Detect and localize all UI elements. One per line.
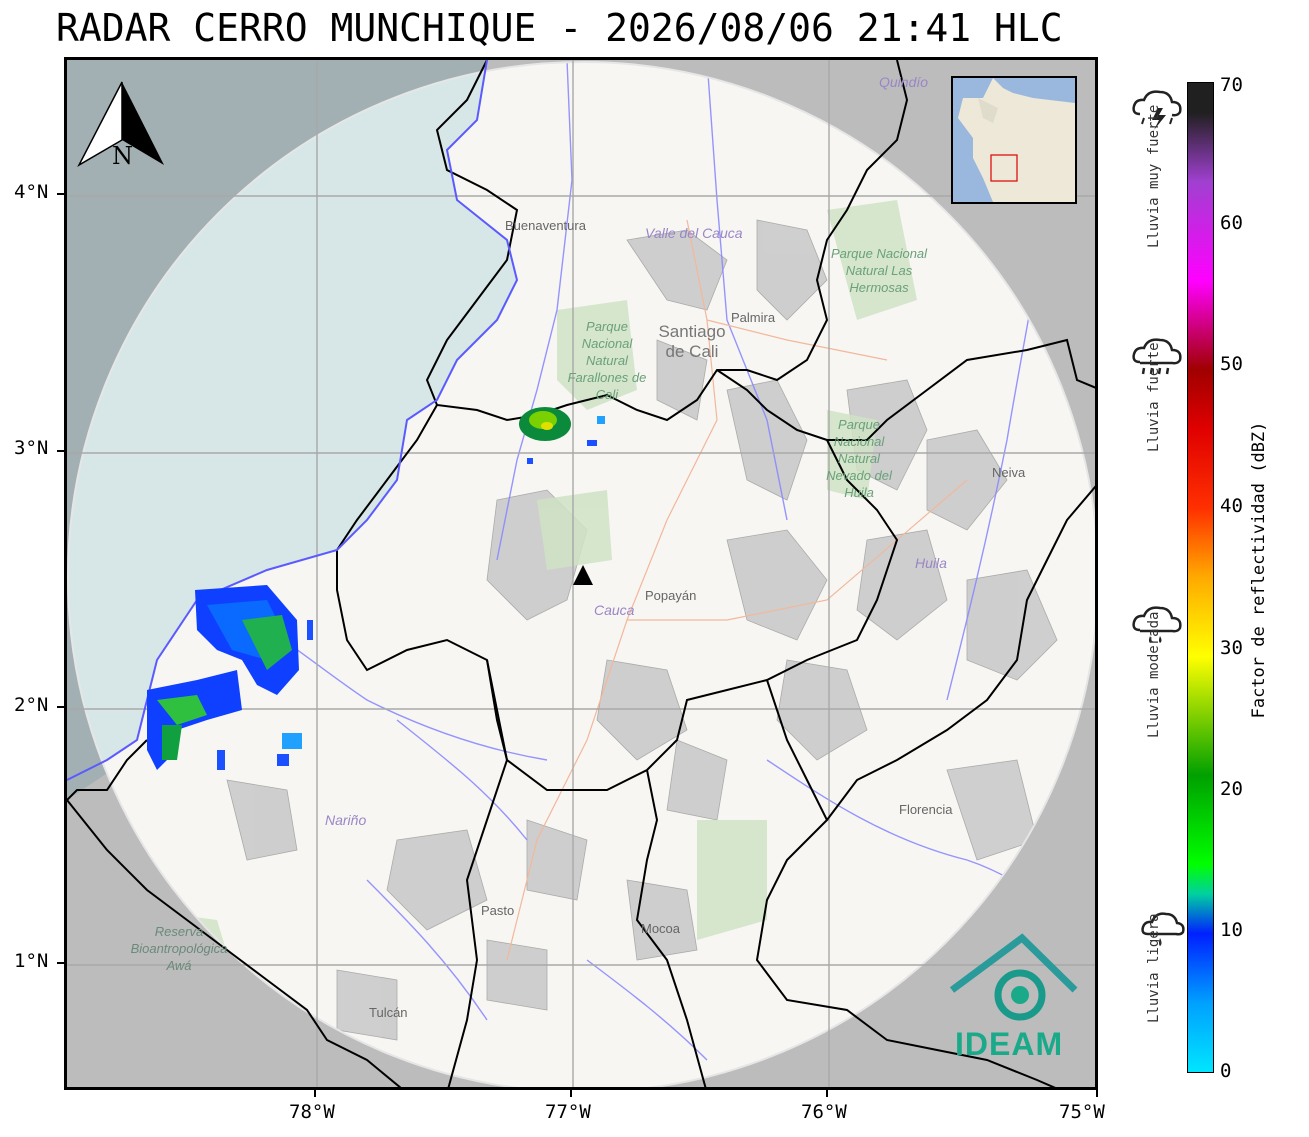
radar-map[interactable]: Buenaventura Valle del Cauca Palmira San… [64, 57, 1098, 1090]
inset-locator-map [951, 76, 1077, 204]
reflectivity-colorbar [1187, 82, 1214, 1073]
label-narino: Nariño [325, 812, 367, 828]
map-title: RADAR CERRO MUNCHIQUE - 2026/08/06 21:41… [56, 6, 1063, 50]
label-neiva: Neiva [992, 465, 1026, 480]
ideam-logo-text: IDEAM [955, 1026, 1064, 1062]
label-buenaventura: Buenaventura [505, 218, 586, 233]
label-huila: Huila [915, 555, 947, 571]
label-popayan: Popayán [645, 588, 697, 603]
lat-label-4n: 4°N [14, 181, 49, 203]
inset-canvas [953, 78, 1075, 202]
label-mocoa: Mocoa [641, 921, 681, 936]
colorbar-tick-0: 0 [1220, 1060, 1232, 1082]
label-farallones: Parque Nacional Natural Farallones de Ca… [567, 319, 647, 402]
label-pasto: Pasto [481, 903, 515, 918]
rain-class-moderate: Lluvia moderada [1146, 611, 1162, 738]
lon-label-77w: 77°W [545, 1101, 591, 1123]
rain-class-heavy: Lluvia fuerte [1146, 342, 1162, 452]
label-hermosas: Parque Nacional Natural Las Hermosas [830, 246, 928, 295]
lat-label-1n: 1°N [14, 950, 49, 972]
colorbar-axis-label-wrap: Factor de reflectividad (dBZ) [1244, 410, 1274, 730]
colorbar-tick-40: 40 [1220, 495, 1243, 517]
label-cauca: Cauca [594, 602, 635, 618]
label-quindio: Quindío [879, 74, 929, 90]
label-cali: Santiago de Cali [658, 322, 726, 361]
rain-class-light: Lluvia ligera [1146, 913, 1162, 1023]
colorbar-tick-60: 60 [1220, 212, 1243, 234]
label-awa: Reserva Bioantropológica Awá [130, 924, 228, 973]
lon-label-76w: 76°W [801, 1101, 847, 1123]
colorbar-tick-10: 10 [1220, 919, 1243, 941]
colorbar-axis-label: Factor de reflectividad (dBZ) [1249, 421, 1269, 719]
lon-label-75w: 75°W [1059, 1101, 1105, 1123]
label-florencia: Florencia [899, 802, 953, 817]
colorbar-tick-70: 70 [1220, 74, 1243, 96]
label-nevado: Parque Nacional Natural Nevado del Huila [826, 417, 892, 500]
north-label: N [112, 142, 133, 170]
label-tulcan: Tulcán [369, 1005, 408, 1020]
label-palmira: Palmira [731, 310, 776, 325]
colorbar-tick-20: 20 [1220, 778, 1243, 800]
lat-label-2n: 2°N [14, 694, 49, 716]
colorbar-tick-50: 50 [1220, 353, 1243, 375]
lon-label-78w: 78°W [289, 1101, 335, 1123]
label-valle: Valle del Cauca [645, 225, 743, 241]
colorbar-tick-30: 30 [1220, 637, 1243, 659]
lat-label-3n: 3°N [14, 437, 49, 459]
rain-class-very-heavy: Lluvia muy fuerte [1146, 104, 1162, 248]
